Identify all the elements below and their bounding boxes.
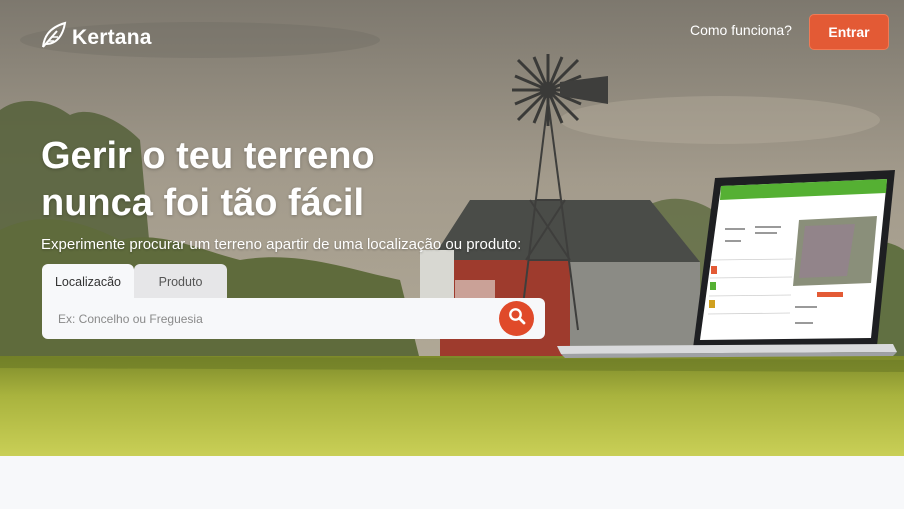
leaf-icon <box>38 20 68 55</box>
logo-text: Kertana <box>72 25 152 49</box>
hero-title-line-1: Gerir o teu terreno <box>41 135 375 177</box>
hero-section: Kertana Como funciona? Entrar Gerir o te… <box>0 0 904 456</box>
page-content-area <box>0 456 904 509</box>
search-icon <box>508 307 526 330</box>
search-input[interactable] <box>58 298 498 339</box>
login-button[interactable]: Entrar <box>809 14 889 50</box>
tab-product[interactable]: Produto <box>134 264 227 300</box>
hero-subtitle: Experimente procurar um terreno apartir … <box>41 236 522 253</box>
hero-title-line-2: nunca foi tão fácil <box>41 182 365 224</box>
tab-location[interactable]: Localizacão <box>42 264 134 300</box>
hero-title: Gerir o teu terreno nunca foi tão fácil <box>41 133 375 227</box>
how-it-works-link[interactable]: Como funciona? <box>690 22 792 38</box>
search-bar <box>42 298 545 339</box>
search-button[interactable] <box>499 301 534 336</box>
laptop-app-preview <box>557 170 897 358</box>
logo[interactable]: Kertana <box>38 20 152 55</box>
